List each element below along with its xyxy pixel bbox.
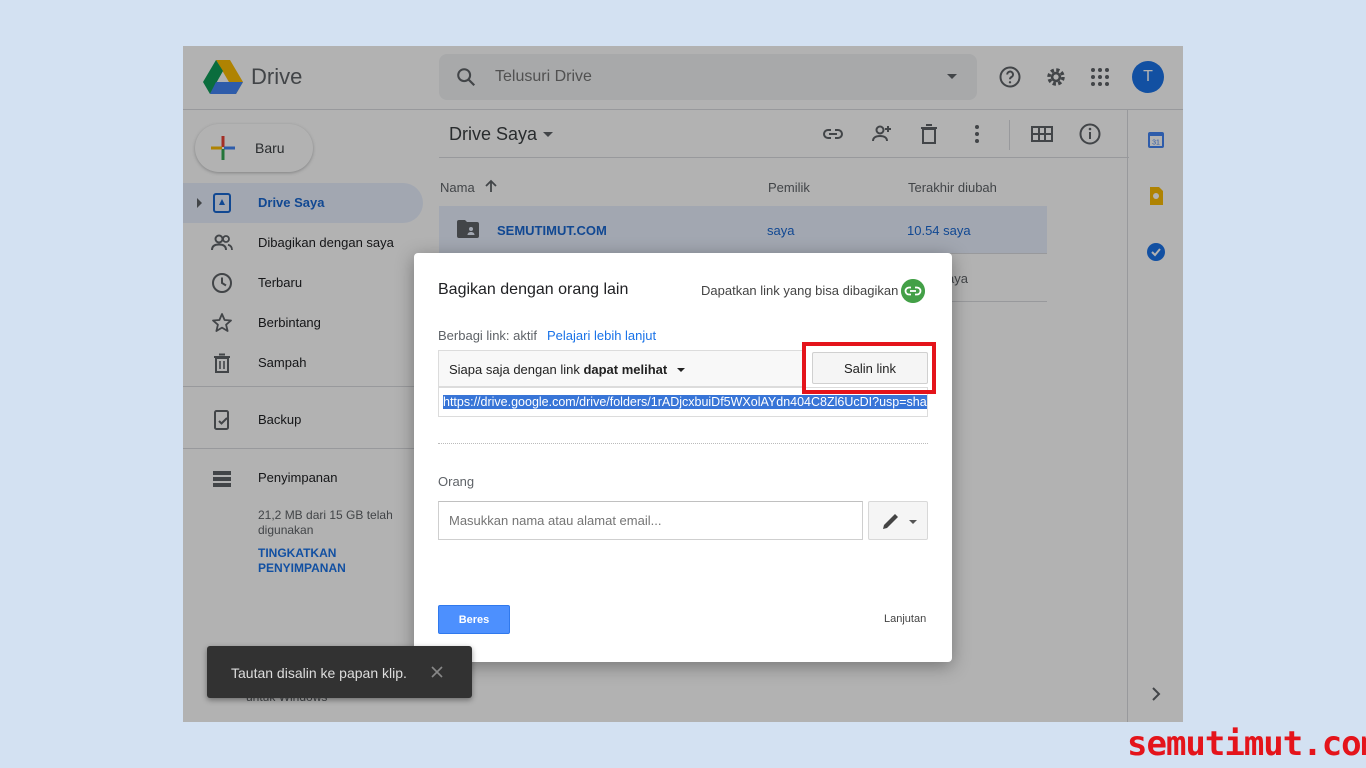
done-button[interactable]: Beres <box>438 605 510 634</box>
dropdown-caret-icon <box>909 520 917 524</box>
link-sharing-status: Berbagi link: aktif <box>438 328 537 343</box>
dialog-divider <box>438 443 928 444</box>
link-toggle-icon[interactable] <box>901 279 925 303</box>
share-url-text[interactable]: https://drive.google.com/drive/folders/1… <box>443 395 927 409</box>
advanced-link[interactable]: Lanjutan <box>884 613 926 625</box>
permission-text: Siapa saja dengan link dapat melihat <box>449 362 668 377</box>
dialog-title: Bagikan dengan orang lain <box>438 281 629 298</box>
snackbar-message: Tautan disalin ke papan klip. <box>231 665 407 681</box>
dropdown-caret-icon <box>677 368 685 372</box>
share-dialog: Bagikan dengan orang lain Dapatkan link … <box>414 253 952 662</box>
snackbar: Tautan disalin ke papan klip. <box>207 646 472 698</box>
close-icon[interactable] <box>429 664 445 680</box>
share-url-field[interactable]: https://drive.google.com/drive/folders/1… <box>438 387 928 417</box>
email-input[interactable] <box>438 501 863 540</box>
pencil-icon <box>883 514 898 529</box>
link-permission-dropdown[interactable]: Siapa saja dengan link dapat melihat <box>438 350 803 387</box>
people-label: Orang <box>438 474 475 489</box>
learn-more-link[interactable]: Pelajari lebih lanjut <box>547 328 656 343</box>
edit-permission-button[interactable] <box>868 501 928 540</box>
site-watermark: semutimut.com <box>1127 724 1366 764</box>
copy-link-button[interactable]: Salin link <box>812 352 928 384</box>
get-shareable-link[interactable]: Dapatkan link yang bisa dibagikan <box>701 283 898 298</box>
